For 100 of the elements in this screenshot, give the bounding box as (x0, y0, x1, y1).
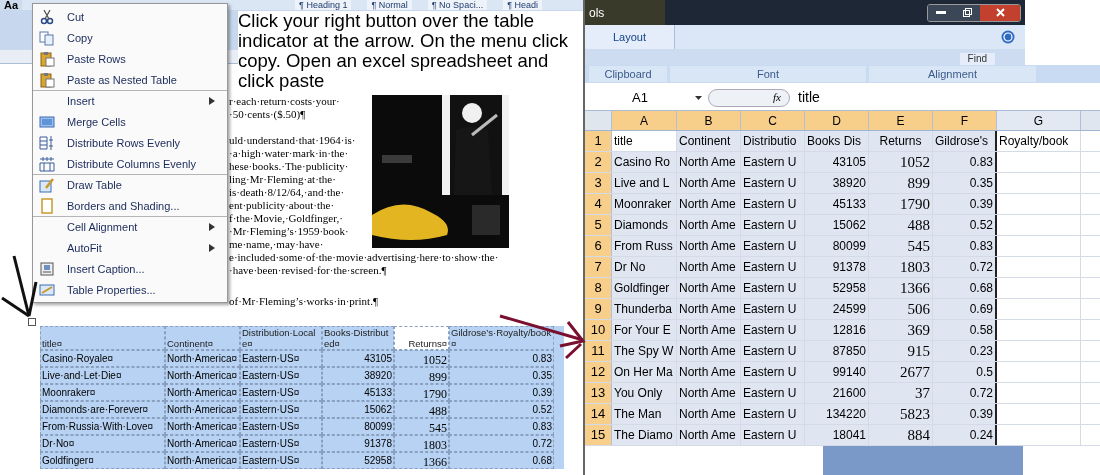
ribbon-tab[interactable]: Layout (585, 25, 676, 49)
scissors-icon (39, 9, 55, 25)
menu-item[interactable]: Paste as Nested Table (33, 69, 227, 90)
table-cell: Eastern·US¤ (240, 435, 322, 452)
menu-item[interactable]: Distribute Rows Evenly (33, 132, 227, 153)
body-text-line: e·included·some·of·the·movie·advertising·here·to·show·the· (229, 251, 500, 264)
minimize-button[interactable] (928, 4, 954, 21)
row-header[interactable]: 8 (585, 278, 612, 298)
row-header[interactable]: 2 (585, 152, 612, 172)
menu-item[interactable]: Insert (33, 90, 227, 111)
spreadsheet-cell: 5823 (869, 404, 933, 424)
column-header[interactable]: B (677, 111, 741, 130)
spreadsheet-cell: 80099 (805, 236, 869, 256)
spreadsheet-cell: 0.52 (933, 215, 997, 235)
spreadsheet-cell: Eastern U (741, 236, 805, 256)
spreadsheet-cell: Continent (677, 131, 741, 151)
spreadsheet-cell: 1052 (869, 152, 933, 172)
table-cell: Eastern·US¤ (240, 452, 322, 469)
spreadsheet-cell: 91378 (805, 257, 869, 277)
spreadsheet-cell: 0.68 (933, 278, 997, 298)
menu-item[interactable]: Distribute Columns Evenly (33, 153, 227, 174)
table-cell: North·America¤ (165, 350, 240, 367)
row-header[interactable]: 4 (585, 194, 612, 214)
menu-item[interactable]: Paste Rows (33, 48, 227, 69)
spreadsheet-cell: North Ame (677, 194, 741, 214)
column-header[interactable]: D (805, 111, 869, 130)
column-header[interactable]: C (741, 111, 805, 130)
row-header[interactable]: 12 (585, 362, 612, 382)
body-text-line: ling·Mr·Fleming·at·the· (229, 173, 337, 186)
table-cell: Diamonds·are·Forever¤ (40, 401, 165, 418)
row-header[interactable]: 14 (585, 404, 612, 424)
table-cell: 43105 (322, 350, 394, 367)
style-gallery-item[interactable]: ¶ No Spaci... (427, 0, 488, 10)
row-header[interactable]: 15 (585, 425, 612, 445)
menu-item[interactable]: Merge Cells (33, 111, 227, 132)
table-cell: 0.35 (449, 367, 554, 384)
spreadsheet-cell: 87850 (805, 341, 869, 361)
table-cell: North·America¤ (165, 418, 240, 435)
style-gallery-item[interactable]: ¶ Headi (503, 0, 542, 10)
spreadsheet-cell: Live and L (612, 173, 677, 193)
row-header[interactable]: 1 (585, 131, 612, 151)
spreadsheet-cell: 0.83 (933, 152, 997, 172)
row-header[interactable]: 7 (585, 257, 612, 277)
menu-item[interactable]: Draw Table (33, 174, 227, 195)
table-cell: Goldfinger¤ (40, 452, 165, 469)
name-box[interactable]: A1 (585, 87, 695, 108)
spreadsheet-cell: Thunderba (612, 299, 677, 319)
table-header-cell: title¤ (40, 326, 165, 350)
row-header[interactable]: 11 (585, 341, 612, 361)
formula-field[interactable]: title (798, 87, 820, 108)
row-header[interactable]: 6 (585, 236, 612, 256)
spreadsheet-cell: North Ame (677, 341, 741, 361)
spreadsheet-cell: Eastern U (741, 152, 805, 172)
table-header-cell: Books·Distributed¤ (322, 326, 394, 350)
spreadsheet-cell: North Ame (677, 299, 741, 319)
restore-button[interactable] (954, 4, 980, 21)
spreadsheet-cell: Eastern U (741, 362, 805, 382)
menu-item[interactable]: Cell Alignment (33, 216, 227, 237)
column-header[interactable]: G (997, 111, 1081, 130)
menu-item[interactable]: Table Properties... (33, 279, 227, 300)
spreadsheet-cell: Casino Ro (612, 152, 677, 172)
spreadsheet-cell: 38920 (805, 173, 869, 193)
menu-item[interactable]: Insert Caption... (33, 258, 227, 279)
spreadsheet-cell: North Ame (677, 173, 741, 193)
menu-item[interactable]: AutoFit (33, 237, 227, 258)
row-header[interactable]: 9 (585, 299, 612, 319)
row-header[interactable]: 13 (585, 383, 612, 403)
menu-item[interactable]: Cut (33, 6, 227, 27)
spreadsheet-cell: Dr No (612, 257, 677, 277)
spreadsheet-cell: 37 (869, 383, 933, 403)
table-cell: 38920 (322, 367, 394, 384)
spreadsheet-cell: North Ame (677, 383, 741, 403)
row-header[interactable]: 3 (585, 173, 612, 193)
column-header[interactable]: A (612, 111, 677, 130)
style-gallery-item[interactable]: ¶ Normal (367, 0, 412, 10)
find-button[interactable]: Find (959, 53, 995, 65)
table-move-handle[interactable] (28, 318, 36, 326)
theme-button[interactable]: Aa (0, 0, 23, 10)
spreadsheet-cell: From Russ (612, 236, 677, 256)
menu-item[interactable]: Borders and Shading... (33, 195, 227, 216)
table-cell: Eastern·US¤ (240, 418, 322, 435)
dropdown-caret-icon (695, 95, 702, 100)
spreadsheet-cell: 0.39 (933, 194, 997, 214)
spreadsheet-cell: 0.35 (933, 173, 997, 193)
close-button[interactable] (980, 4, 1020, 21)
distribute-rows-icon (39, 135, 55, 151)
table-cell: 52958 (322, 452, 394, 469)
menu-item[interactable]: Copy (33, 27, 227, 48)
table-cell: 45133 (322, 384, 394, 401)
row-header[interactable]: 10 (585, 320, 612, 340)
spreadsheet-cell: Royalty/book (997, 131, 1081, 151)
body-text-line: ·a·high·water·mark·in·the· (229, 147, 350, 160)
row-header[interactable]: 5 (585, 215, 612, 235)
column-header[interactable]: F (933, 111, 997, 130)
spreadsheet-cell: title (612, 131, 677, 151)
copy-icon (39, 30, 55, 46)
spreadsheet-cell: Diamonds (612, 215, 677, 235)
table-cell: Moonraker¤ (40, 384, 165, 401)
style-gallery-item[interactable]: ¶ Heading 1 (295, 0, 352, 10)
column-header[interactable]: E (869, 111, 933, 130)
